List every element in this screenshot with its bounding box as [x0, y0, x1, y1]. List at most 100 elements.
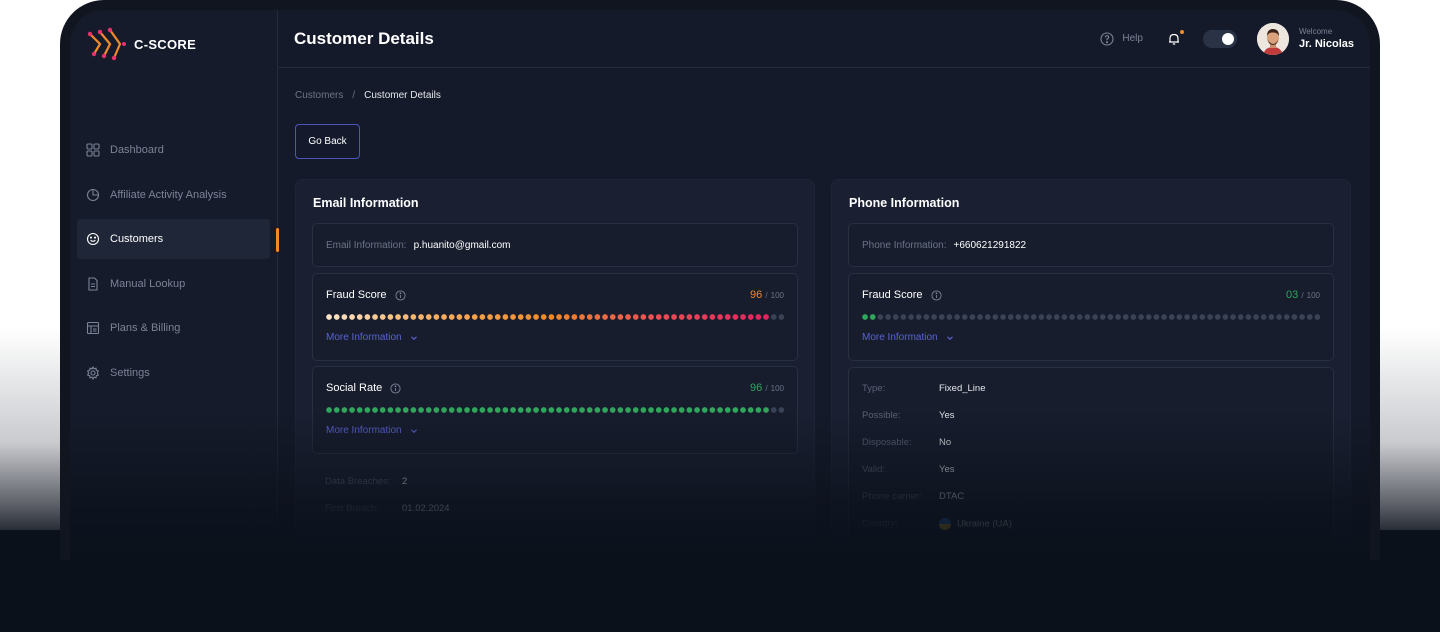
meter-dot-empty [1007, 314, 1014, 320]
sidebar-item-affiliate-activity-analysis[interactable]: Affiliate Activity Analysis [77, 175, 270, 215]
meter-dot-empty [1030, 314, 1037, 320]
meter-dot-filled [364, 407, 371, 413]
meter-dot-empty [1161, 314, 1167, 320]
pie-chart-icon [86, 188, 100, 201]
meter-dot-filled [341, 407, 348, 413]
meter-dot-empty [1046, 314, 1052, 320]
document-icon [88, 276, 98, 291]
social-rate-dot-meter [326, 407, 785, 413]
meter-dot-empty [908, 314, 914, 320]
more-information-label: More Information [326, 425, 402, 436]
meter-dot-filled [556, 407, 562, 413]
sidebar: C-SCORE Dashboard Affiliate Activity Ana… [70, 10, 279, 560]
meter-dot-filled [625, 314, 631, 320]
sidebar-item-customers[interactable]: Customers [77, 219, 279, 259]
user-info[interactable]: Welcome Jr. Nicolas [1299, 27, 1354, 50]
meter-dot-empty [1115, 314, 1121, 320]
detail-row-country: Country: Ukraine (UA) [862, 518, 1012, 530]
detail-key: First Breach: [325, 503, 379, 514]
score-header: Social Rate 96 / 100 [326, 382, 784, 394]
more-information-link[interactable]: More Information [326, 425, 418, 436]
score-separator: / [765, 384, 768, 393]
phone-fraud-score-dot-meter [862, 314, 1321, 320]
meter-dot-filled [548, 407, 555, 413]
go-back-button[interactable]: Go Back [295, 124, 360, 159]
meter-dot-filled [678, 407, 685, 413]
meter-dot-empty [1276, 314, 1282, 320]
chevron-down-icon [946, 335, 953, 340]
meter-dot-filled [494, 407, 501, 413]
logo[interactable]: C-SCORE [70, 10, 277, 78]
meter-dot-empty [961, 314, 968, 320]
info-icon[interactable] [390, 382, 401, 394]
meter-dot-empty [1291, 314, 1298, 320]
social-rate-value: 96 / 100 [750, 382, 784, 394]
theme-toggle[interactable] [1202, 29, 1237, 48]
score-number: 96 [750, 382, 763, 394]
meter-dot-filled [471, 314, 478, 320]
meter-dot-filled [632, 407, 639, 413]
email-info-field: Email Information: p.huanito@gmail.com [312, 223, 798, 267]
meter-dot-empty [1145, 314, 1152, 320]
meter-dot-empty [1038, 314, 1045, 320]
info-icon[interactable] [930, 289, 942, 301]
meter-dot-empty [892, 314, 899, 320]
meter-dot-filled [341, 314, 348, 320]
sidebar-item-label: Dashboard [110, 144, 164, 156]
meter-dot-empty [1222, 314, 1229, 320]
more-information-link[interactable]: More Information [326, 332, 418, 343]
sidebar-item-dashboard[interactable]: Dashboard [77, 130, 270, 170]
device-frame: C-SCORE Dashboard Affiliate Activity Ana… [60, 0, 1380, 560]
meter-dot-empty [1306, 314, 1313, 320]
meter-dot-filled [747, 314, 754, 320]
meter-dot-empty [1053, 314, 1060, 320]
meter-dot-filled [418, 314, 424, 320]
meter-dot-filled [617, 314, 624, 320]
main-content: Customer Details Help Welcome Jr. Nicola… [278, 10, 1370, 560]
meter-dot-filled [862, 314, 868, 320]
fraud-score-dot-meter [326, 314, 785, 320]
meter-dot-filled [609, 314, 616, 320]
sidebar-item-plans-billing[interactable]: Plans & Billing [77, 308, 270, 348]
phone-info-field: Phone Information: +660621291822 [848, 223, 1334, 267]
meter-dot-filled [349, 407, 355, 413]
phone-info-label: Phone Information: [862, 239, 947, 251]
sidebar-item-label: Plans & Billing [110, 322, 181, 334]
meter-dot-filled [333, 407, 340, 413]
meter-dot-empty [1299, 314, 1305, 320]
grid-icon [86, 143, 100, 157]
score-header: Fraud Score 03 / 100 [862, 289, 1320, 301]
meter-dot-filled [701, 314, 708, 320]
score-number: 96 [750, 289, 763, 301]
score-header: Fraud Score 96 / 100 [326, 289, 784, 301]
meter-dot-empty [1260, 314, 1267, 320]
meter-dot-filled [694, 407, 700, 413]
meter-dot-filled [502, 407, 509, 413]
welcome-label: Welcome [1298, 27, 1333, 36]
meter-dot-filled [755, 407, 762, 413]
country-value: Ukraine (UA) [957, 518, 1012, 530]
breadcrumb-customers-link[interactable]: Customers [295, 90, 343, 101]
more-information-link[interactable]: More Information [862, 332, 954, 343]
detail-row-disposable: Disposable: No [862, 437, 951, 448]
meter-dot-filled [586, 407, 593, 413]
meter-dot-filled [671, 407, 677, 413]
info-icon[interactable] [394, 289, 406, 301]
detail-row-phone-carrier: Phone carrier: DTAC [862, 491, 964, 502]
meter-dot-empty [1069, 314, 1075, 320]
sidebar-item-manual-lookup[interactable]: Manual Lookup [77, 264, 270, 304]
phone-info-value: +660621291822 [953, 239, 1027, 251]
meter-dot-empty [1092, 314, 1098, 320]
phone-information-card: Phone Information Phone Information: +66… [831, 179, 1351, 560]
meter-dot-filled [471, 407, 478, 413]
detail-key: Data Breaches: [325, 476, 391, 487]
sidebar-item-settings[interactable]: Settings [77, 353, 270, 393]
notifications-button[interactable] [1167, 29, 1184, 46]
meter-dot-filled [701, 407, 708, 413]
meter-dot-filled [709, 407, 716, 413]
avatar[interactable] [1256, 22, 1289, 55]
score-name: Fraud Score [326, 289, 406, 301]
meter-dot-empty [984, 314, 991, 320]
help-button[interactable]: Help [1100, 31, 1143, 46]
email-social-rate-box: Social Rate 96 / 100 More Information [312, 366, 798, 454]
